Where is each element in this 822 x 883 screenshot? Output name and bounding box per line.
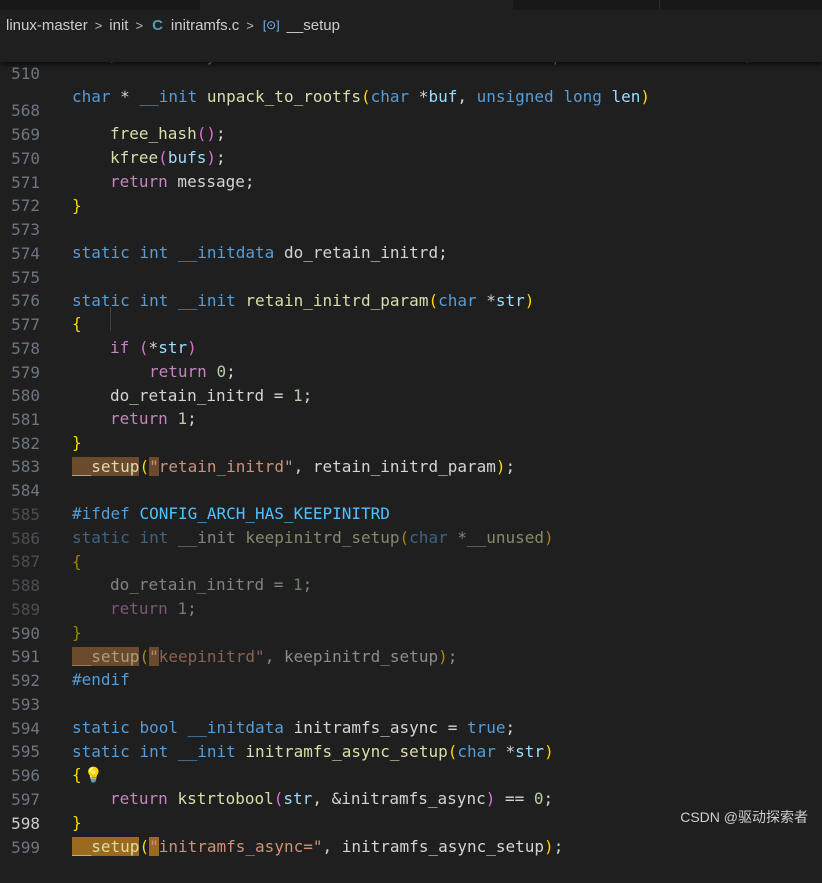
code-row: 578 return 0; <box>0 313 822 382</box>
code-row: 595 { <box>0 716 822 785</box>
code-row: 584 #ifdef CONFIG_ARCH_HAS_KEEPINITRD <box>0 455 822 524</box>
code-row: 576 { <box>0 265 822 334</box>
code-row-inactive: 588 return 1; <box>0 550 822 619</box>
code-row-inactive: 590 __setup("keepinitrd", keepinitrd_set… <box>0 598 822 667</box>
code-row: 570 return message; <box>0 123 822 192</box>
code-row: 574 <box>0 218 822 263</box>
sticky-scroll-header[interactable]: 510 char * __init unpack_to_rootfs(char … <box>0 38 822 106</box>
chevron-right-icon: > <box>94 17 103 33</box>
symbol-highlight: __setup <box>72 837 140 857</box>
code-row: 573 static int __initdata do_retain_init… <box>0 194 822 263</box>
code-row: 571 } <box>0 147 822 216</box>
breadcrumb-folder[interactable]: linux-master <box>6 17 88 34</box>
code-row: 597 } 💡 <box>0 764 822 832</box>
tab-strip <box>0 0 822 10</box>
code-row: 577 if (*str) <box>0 289 822 358</box>
code-row-inactive: 587 do_retain_initrd = 1; <box>0 526 822 595</box>
code-row: 592 <box>0 645 822 690</box>
code-line: char * __init unpack_to_rootfs(char *buf… <box>72 87 651 107</box>
active-tab-segment[interactable] <box>199 0 514 10</box>
chevron-right-icon: > <box>246 17 254 33</box>
code-row: 596 return kstrtobool(str, &initramfs_as… <box>0 740 822 809</box>
code-row: 581 } <box>0 384 822 453</box>
code-row: 575 static int __init retain_initrd_para… <box>0 242 822 311</box>
code-row: 583 <box>0 431 822 476</box>
code-row: 580 return 1; <box>0 360 822 429</box>
code-row-inactive: 586 { <box>0 503 822 572</box>
tab-strip-segment <box>659 0 822 10</box>
breadcrumb-symbol[interactable]: __setup <box>287 17 340 34</box>
symbol-variable-icon: [⊙] <box>262 18 280 32</box>
code-row: 594 static int __init initramfs_async_se… <box>0 693 822 762</box>
code-row-inactive: 585 static int __init keepinitrd_setup(c… <box>0 479 822 548</box>
tab-strip-segment <box>0 0 200 10</box>
line-number: 510 <box>11 63 40 83</box>
tab-strip-segment <box>513 0 660 10</box>
chevron-right-icon: > <box>135 17 144 33</box>
code-editor[interactable]: 568 free_hash(); 569 kfree(bufs); 570 re… <box>0 72 822 857</box>
code-row: 572 <box>0 170 822 215</box>
breadcrumb: linux-master > init > C initramfs.c > [⊙… <box>0 0 822 36</box>
code-row: 593 static bool __initdata initramfs_asy… <box>0 669 822 738</box>
code-row: 591 #endif <box>0 621 822 690</box>
code-row: 579 do_retain_initrd = 1; <box>0 337 822 406</box>
watermark: CSDN @驱动探索者 <box>680 809 808 825</box>
code-line: __setup("initramfs_async=", initramfs_as… <box>72 837 564 857</box>
lightbulb-icon[interactable]: 💡 <box>84 764 103 788</box>
c-file-icon: C <box>152 16 163 34</box>
breadcrumb-file[interactable]: initramfs.c <box>171 17 239 34</box>
breadcrumb-subfolder[interactable]: init <box>109 17 128 34</box>
code-row: 582 __setup("retain_initrd", retain_init… <box>0 408 822 477</box>
code-row-inactive: 589 } <box>0 574 822 643</box>
line-number: 599 <box>11 837 40 857</box>
